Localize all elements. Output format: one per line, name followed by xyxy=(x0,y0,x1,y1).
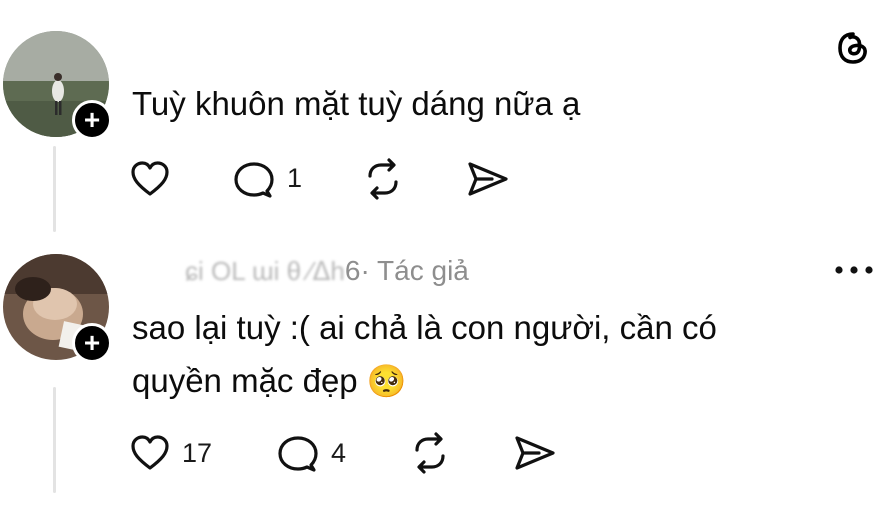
heart-icon[interactable] xyxy=(130,160,170,198)
send-icon[interactable] xyxy=(513,434,557,472)
comment-icon[interactable] xyxy=(276,434,320,474)
repost-icon[interactable] xyxy=(362,158,404,200)
comment-text: Tuỳ khuôn mặt tuỳ dáng nữa ạ xyxy=(132,85,581,122)
follow-plus-icon[interactable]: + xyxy=(72,100,112,140)
reply-count: 4 xyxy=(331,438,347,468)
like-count: 17 xyxy=(182,438,213,468)
comment-header: ɕi OL ɯi θ ⁄ᐃh 6 · Tác giả xyxy=(185,252,469,290)
username-tail: 6 xyxy=(344,255,361,286)
username[interactable]: ɕi OL ɯi θ ⁄ᐃh xyxy=(185,256,345,287)
comment-icon[interactable] xyxy=(232,160,276,200)
pleading-face-emoji: 🥺 xyxy=(366,362,407,400)
threads-logo-icon[interactable] xyxy=(835,30,871,66)
comment-text-line2-wrap: quyền mặc đẹp 🥺 xyxy=(132,356,407,406)
thread-line xyxy=(53,146,56,232)
heart-icon[interactable] xyxy=(130,434,170,472)
send-icon[interactable] xyxy=(466,160,510,198)
comment-text-line1: sao lại tuỳ :( ai chả là con người, cần … xyxy=(132,309,717,346)
repost-icon[interactable] xyxy=(409,432,451,474)
comment-text-line2: quyền mặc đẹp xyxy=(132,362,358,399)
reply-count: 1 xyxy=(287,163,303,193)
more-icon[interactable] xyxy=(833,262,877,278)
thread-line xyxy=(53,387,56,493)
follow-plus-icon[interactable]: + xyxy=(72,323,112,363)
author-badge: · Tác giả xyxy=(360,255,469,286)
